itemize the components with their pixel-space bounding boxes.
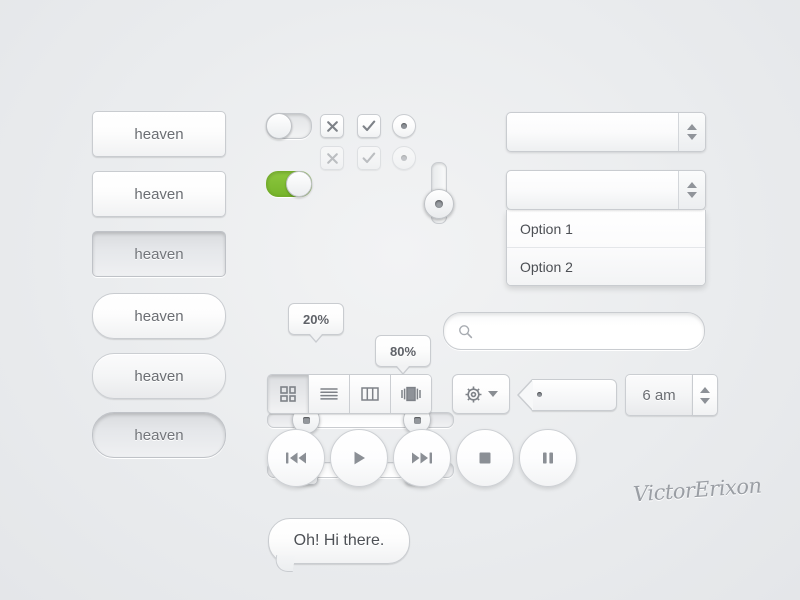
toggle-switch-on[interactable] <box>266 171 312 197</box>
radio-button-selected[interactable] <box>392 114 416 138</box>
handle-dot-icon <box>302 416 310 424</box>
column-view-icon <box>361 387 379 401</box>
radio-dot-icon <box>401 123 407 129</box>
select-open-arrows[interactable] <box>678 171 705 209</box>
checkbox-check[interactable] <box>357 114 381 138</box>
search-input[interactable] <box>482 322 690 340</box>
range-slider-fill <box>305 413 416 427</box>
ui-kit-canvas: heaven heaven heaven heaven heaven heave… <box>0 0 800 600</box>
heaven-button-3-pressed[interactable]: heaven <box>92 231 226 277</box>
play-icon <box>354 451 365 465</box>
gear-icon <box>465 386 482 402</box>
next-button[interactable] <box>393 429 451 487</box>
chevron-down-icon <box>488 391 498 397</box>
tooltip-high-value: 80% <box>375 335 431 375</box>
checkbox-x[interactable] <box>320 114 344 138</box>
heaven-pill-button-3-label: heaven <box>134 426 184 444</box>
time-stepper-value: 6 am <box>642 386 676 404</box>
segment-list-view[interactable] <box>309 375 350 413</box>
heaven-button-2-label: heaven <box>134 185 184 203</box>
heaven-button-1[interactable]: heaven <box>92 111 226 157</box>
toggle-knob <box>286 171 312 197</box>
tag-point-fill <box>519 380 533 410</box>
stepper-up-icon[interactable] <box>687 124 697 130</box>
tag-hole-icon <box>537 392 542 397</box>
checkbox-check-disabled[interactable] <box>357 146 381 170</box>
time-stepper[interactable]: 6 am <box>625 374 718 416</box>
stepper-down-icon[interactable] <box>687 192 697 198</box>
tooltip-low-label: 20% <box>302 311 330 327</box>
view-mode-segmented-control[interactable] <box>267 374 432 414</box>
stop-icon <box>479 452 491 464</box>
select-open[interactable]: Option 1 Option 2 <box>506 170 706 286</box>
heaven-pill-button-3-pressed[interactable]: heaven <box>92 412 226 458</box>
checkmark-icon <box>362 120 376 131</box>
pause-button[interactable] <box>519 429 577 487</box>
coverflow-view-icon <box>401 386 421 402</box>
heaven-pill-button-2-label: heaven <box>134 367 184 385</box>
radio-button-disabled[interactable] <box>392 146 416 170</box>
segment-column-view[interactable] <box>350 375 391 413</box>
stepper-down-icon[interactable] <box>700 397 710 404</box>
heaven-button-3-label: heaven <box>134 245 184 263</box>
list-view-icon <box>320 388 338 400</box>
handle-dot-icon <box>413 416 421 424</box>
pause-icon <box>543 452 553 464</box>
select-option-2[interactable]: Option 2 <box>507 248 705 285</box>
author-signature: VictorErixon <box>632 473 763 507</box>
speech-bubble-tail-icon <box>273 555 296 572</box>
vertical-slider-knob[interactable] <box>424 189 454 219</box>
select-closed-arrows[interactable] <box>678 113 705 151</box>
time-stepper-arrows[interactable] <box>692 374 718 416</box>
select-closed-box[interactable] <box>506 112 706 152</box>
checkbox-x-disabled[interactable] <box>320 146 344 170</box>
select-open-menu: Option 1 Option 2 <box>506 210 706 286</box>
tag-shape[interactable] <box>517 379 617 411</box>
stop-button[interactable] <box>456 429 514 487</box>
knob-dot-icon <box>435 200 443 208</box>
speech-bubble: Oh! Hi there. <box>268 518 410 572</box>
grid-view-icon <box>280 386 296 402</box>
skip-back-icon <box>286 452 306 464</box>
close-x-icon <box>326 152 338 164</box>
search-field[interactable] <box>443 312 705 350</box>
skip-forward-icon <box>412 452 432 464</box>
segment-grid-view[interactable] <box>268 375 309 413</box>
time-stepper-field[interactable]: 6 am <box>625 374 692 416</box>
heaven-pill-button-1-label: heaven <box>134 307 184 325</box>
select-closed[interactable] <box>506 112 706 152</box>
tooltip-high-label: 80% <box>389 343 417 359</box>
select-open-box[interactable] <box>506 170 706 210</box>
tooltip-low-value: 20% <box>288 303 344 343</box>
heaven-button-2[interactable]: heaven <box>92 171 226 217</box>
heaven-pill-button-2[interactable]: heaven <box>92 353 226 399</box>
heaven-button-1-label: heaven <box>134 125 184 143</box>
tag-label[interactable] <box>517 379 617 411</box>
search-icon <box>459 324 473 338</box>
close-x-icon <box>326 120 338 132</box>
checkmark-icon <box>362 152 376 163</box>
stepper-down-icon[interactable] <box>687 134 697 140</box>
play-button[interactable] <box>330 429 388 487</box>
range-slider-round[interactable] <box>267 406 454 434</box>
segment-coverflow-view[interactable] <box>391 375 431 413</box>
radio-dot-icon <box>401 155 407 161</box>
heaven-pill-button-1[interactable]: heaven <box>92 293 226 339</box>
select-option-1[interactable]: Option 1 <box>507 210 705 248</box>
stepper-up-icon[interactable] <box>700 386 710 393</box>
stepper-up-icon[interactable] <box>687 182 697 188</box>
toggle-switch-off[interactable] <box>266 113 312 139</box>
toggle-knob <box>266 113 292 139</box>
speech-bubble-text: Oh! Hi there. <box>293 532 385 549</box>
gear-dropdown-button[interactable] <box>452 374 510 414</box>
previous-button[interactable] <box>267 429 325 487</box>
vertical-slider[interactable] <box>424 162 454 224</box>
